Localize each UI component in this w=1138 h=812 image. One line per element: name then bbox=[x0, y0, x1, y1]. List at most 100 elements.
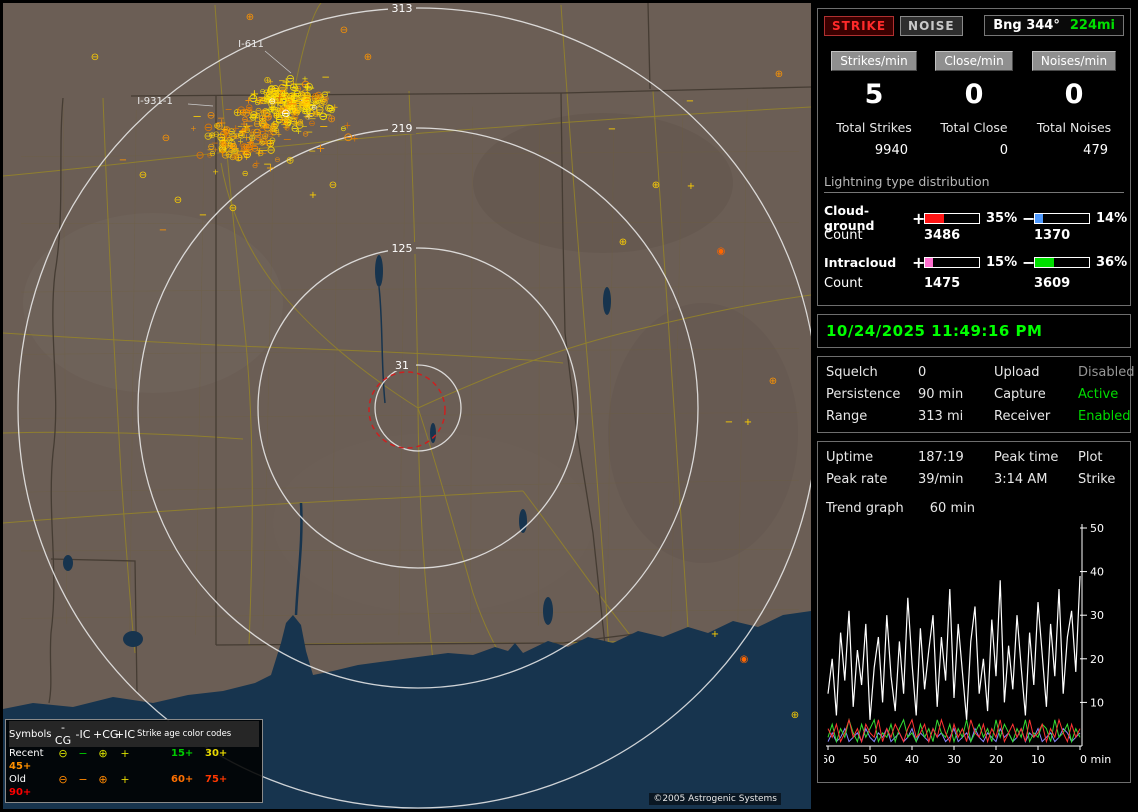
strike-symbol: + bbox=[315, 141, 325, 155]
trend-window-value: 60 min bbox=[930, 501, 975, 516]
strike-symbol: − bbox=[283, 133, 292, 146]
strike-symbol: − bbox=[199, 210, 207, 221]
datetime-display: 10/24/2025 11:49:16 PM bbox=[824, 321, 1124, 341]
capture-status: Active bbox=[1078, 387, 1134, 402]
strike-symbol: ⊖ bbox=[242, 169, 249, 178]
total-noises-label: Total Noises bbox=[1024, 120, 1124, 135]
ic-negative-percent: 36% bbox=[1092, 255, 1132, 270]
strike-symbol: − bbox=[321, 71, 330, 83]
legend-symbol: ⊕ bbox=[93, 773, 113, 786]
strike-symbol: ⊕ bbox=[231, 151, 238, 161]
bearing-value: Bng 344° bbox=[993, 18, 1060, 33]
legend-age-label: 15+ bbox=[171, 747, 205, 760]
strike-symbol: ⊖ bbox=[207, 143, 215, 153]
copyright-text: ©2005 Astrogenic Systems bbox=[649, 793, 781, 805]
strike-symbol: ⊕ bbox=[364, 52, 372, 63]
strike-symbol: + bbox=[309, 190, 317, 201]
strike-symbol: ⊕ bbox=[769, 376, 777, 387]
stats-grid: Uptime 187:19 Peak time Plot Peak rate 3… bbox=[824, 448, 1124, 489]
strike-symbol: − bbox=[159, 225, 167, 236]
legend-row-label: Recent bbox=[9, 747, 53, 760]
bearing-readout: Bng 344° 224mi bbox=[984, 15, 1124, 36]
strikes-per-min-value: 5 bbox=[824, 79, 924, 110]
squelch-label: Squelch bbox=[826, 365, 918, 380]
rate-columns: Strikes/min 5 Total Strikes 9940 Close/m… bbox=[824, 50, 1124, 158]
legend-symbol: + bbox=[113, 773, 137, 786]
strike-symbol: ⊖ bbox=[222, 123, 231, 136]
strike-symbol: + bbox=[275, 91, 284, 104]
squelch-value: 0 bbox=[918, 365, 994, 380]
range-ring-label: 125 bbox=[392, 242, 413, 255]
strike-symbol: ⊖ bbox=[329, 180, 337, 191]
strikes-per-min-button[interactable]: Strikes/min bbox=[831, 51, 916, 71]
settings-grid: Squelch 0 Upload Disabled Persistence 90… bbox=[824, 363, 1124, 426]
strike-symbol: − bbox=[259, 149, 267, 160]
x-tick-label: 10 bbox=[1031, 753, 1045, 766]
noises-per-min-value: 0 bbox=[1024, 79, 1124, 110]
legend-symbol: + bbox=[113, 747, 137, 760]
plus-sign: + bbox=[912, 253, 924, 272]
map-canvas: 31321912531 ⊖⊖⊖+⊖⊖⊖+−⊖+⊖⊖−⊖⊖⊖−⊖−⊖⊕⊖⊖⊖−⊕+… bbox=[3, 3, 811, 809]
strike-symbol: − bbox=[192, 109, 202, 123]
trend-graph-header: Trend graph 60 min bbox=[826, 501, 1124, 516]
y-tick-label: 30 bbox=[1090, 609, 1104, 622]
x-tick-label: 50 bbox=[863, 753, 877, 766]
strike-symbol: + bbox=[711, 629, 719, 640]
total-close-label: Total Close bbox=[924, 120, 1024, 135]
y-tick-label: 50 bbox=[1090, 522, 1104, 535]
noise-indicator-button[interactable]: NOISE bbox=[900, 16, 963, 36]
cg-negative-count: 1370 bbox=[1034, 228, 1124, 243]
strike-symbol: ⊖ bbox=[245, 102, 253, 113]
close-per-min-button[interactable]: Close/min bbox=[935, 51, 1012, 71]
radar-map[interactable]: 31321912531 ⊖⊖⊖+⊖⊖⊖+−⊖+⊖⊖−⊖⊖⊖−⊖−⊖⊕⊖⊖⊖−⊕+… bbox=[3, 3, 811, 809]
strike-symbol: ⊖ bbox=[311, 90, 321, 104]
strike-symbol: − bbox=[259, 95, 266, 105]
close-per-min-value: 0 bbox=[924, 79, 1024, 110]
strike-indicator-button[interactable]: STRIKE bbox=[824, 16, 894, 36]
noises-per-min-button[interactable]: Noises/min bbox=[1032, 51, 1116, 71]
noises-per-min-column: Noises/min 0 Total Noises 479 bbox=[1024, 50, 1124, 158]
persistence-label: Persistence bbox=[826, 387, 918, 402]
legend-age-label: 90+ bbox=[9, 786, 53, 799]
strike-symbol: ⊖ bbox=[207, 111, 216, 122]
map-legend: Symbols-CG-IC+CG+ICStrike age color code… bbox=[5, 719, 263, 803]
ic-negative-count: 3609 bbox=[1034, 276, 1124, 291]
strike-symbol: ⊖ bbox=[290, 116, 298, 127]
close-per-min-column: Close/min 0 Total Close 0 bbox=[924, 50, 1024, 158]
strikes-per-min-column: Strikes/min 5 Total Strikes 9940 bbox=[824, 50, 924, 158]
strike-symbol: − bbox=[725, 417, 733, 428]
ic-positive-percent: 15% bbox=[982, 255, 1022, 270]
strike-symbol: ⊖ bbox=[229, 203, 237, 214]
range-ring-label: 313 bbox=[392, 3, 413, 15]
total-strikes-value: 9940 bbox=[824, 143, 924, 158]
legend-row-label: Old bbox=[9, 773, 53, 786]
x-tick-label: 60 bbox=[824, 753, 835, 766]
strike-symbol: ◉ bbox=[740, 654, 749, 665]
intracloud-count-row: Count 1475 3609 bbox=[824, 273, 1124, 293]
strike-symbol: − bbox=[119, 155, 127, 166]
strike-symbol: − bbox=[225, 104, 233, 115]
strike-symbol: ⊖ bbox=[261, 107, 267, 116]
trend-graph: 50403020106050403020100 min bbox=[824, 520, 1130, 776]
legend-symbol: ⊕ bbox=[93, 747, 113, 760]
upload-label: Upload bbox=[994, 365, 1078, 380]
strike-symbol: ⊖ bbox=[326, 104, 334, 115]
x-tick-label: 0 min bbox=[1080, 753, 1111, 766]
strike-symbol: ⊖ bbox=[174, 195, 182, 206]
strike-symbol: + bbox=[744, 417, 752, 428]
strike-symbol: ⊕ bbox=[775, 69, 783, 80]
trend-graph-label: Trend graph bbox=[826, 501, 904, 516]
persistence-value: 90 min bbox=[918, 387, 994, 402]
total-noises-value: 479 bbox=[1024, 143, 1124, 158]
legend-symbol: ⊖ bbox=[53, 773, 73, 786]
strike-symbol: ⊖ bbox=[162, 133, 170, 144]
cg-positive-count: 3486 bbox=[924, 228, 1034, 243]
y-tick-label: 10 bbox=[1090, 696, 1104, 709]
strike-symbol: − bbox=[608, 124, 616, 135]
strike-symbol: ⊕ bbox=[220, 139, 227, 148]
cg-negative-percent: 14% bbox=[1092, 211, 1132, 226]
legend-age-label: 30+ bbox=[205, 747, 245, 760]
bearing-distance: 224mi bbox=[1070, 18, 1115, 33]
legend-symbol: − bbox=[73, 773, 93, 786]
y-tick-label: 40 bbox=[1090, 566, 1104, 579]
